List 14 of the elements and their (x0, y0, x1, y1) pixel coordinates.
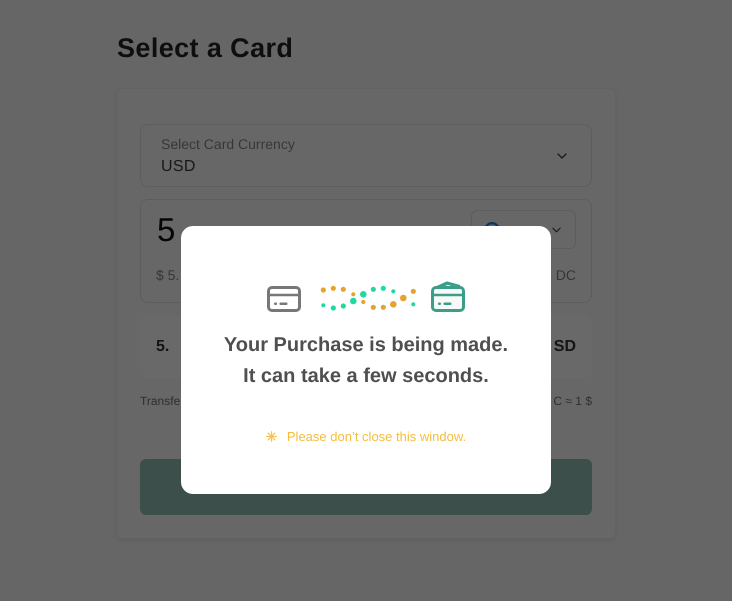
chevron-icon (557, 152, 567, 158)
card-icon (267, 286, 301, 312)
summary-amount: 5. (156, 338, 170, 356)
note-text: Transfe (140, 394, 180, 408)
warning-text: Please don’t close this window. (286, 428, 466, 445)
chevron-icon (552, 226, 561, 232)
rate-text: C ≈ 1 $ (553, 394, 592, 408)
message-text: It can take a few seconds. (243, 364, 489, 389)
message-text: Your Purchase is being made. (224, 333, 508, 358)
wallet-icon (431, 281, 465, 312)
page-title: Select a Card (117, 32, 294, 65)
summary-currency: SD (554, 338, 576, 356)
amount-input[interactable]: 5 (156, 210, 176, 248)
sparkle-icon (266, 431, 277, 442)
